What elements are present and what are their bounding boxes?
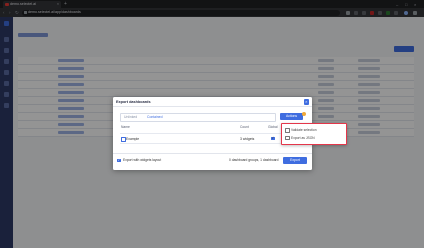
menu-item-validate[interactable]: Validate selection	[285, 128, 317, 133]
actions-button[interactable]: Actions	[280, 113, 303, 120]
cursor-indicator	[302, 112, 306, 116]
export-layout-checkbox[interactable]: ✓	[117, 158, 121, 162]
export-button[interactable]: Export	[283, 156, 307, 164]
divider	[113, 153, 312, 154]
column-name[interactable]: Name	[121, 125, 130, 129]
column-count[interactable]: Count	[240, 125, 249, 129]
validate-icon	[285, 128, 290, 133]
json-file-icon	[285, 135, 290, 140]
dialog-title: Export dashboards	[116, 100, 151, 104]
export-tabs: Unlinked Contained	[120, 113, 276, 122]
row-global-checkbox[interactable]: ✓	[271, 136, 275, 140]
menu-item-export-json[interactable]: Export as JSON	[285, 135, 315, 140]
table-header: Name Count Global	[120, 125, 303, 131]
tab-unlinked[interactable]: Unlinked	[124, 115, 137, 119]
row-count: 3 widgets	[240, 136, 255, 141]
divider	[113, 106, 312, 107]
selection-summary: 0 dashboard groups, 1 dashboard	[229, 158, 279, 163]
close-dialog-button[interactable]: ×	[303, 99, 309, 105]
tab-contained[interactable]: Contained	[147, 115, 162, 119]
actions-dropdown-menu: Validate selection Export as JSON	[281, 123, 347, 145]
column-global[interactable]: Global	[268, 125, 278, 129]
menu-item-label: Export as JSON	[291, 135, 315, 140]
row-name: Example	[126, 136, 140, 141]
menu-item-label: Validate selection	[291, 128, 317, 133]
export-layout-label: Export with widgets layout	[123, 158, 162, 163]
table-row[interactable]: Example 3 widgets ✓	[120, 133, 303, 144]
